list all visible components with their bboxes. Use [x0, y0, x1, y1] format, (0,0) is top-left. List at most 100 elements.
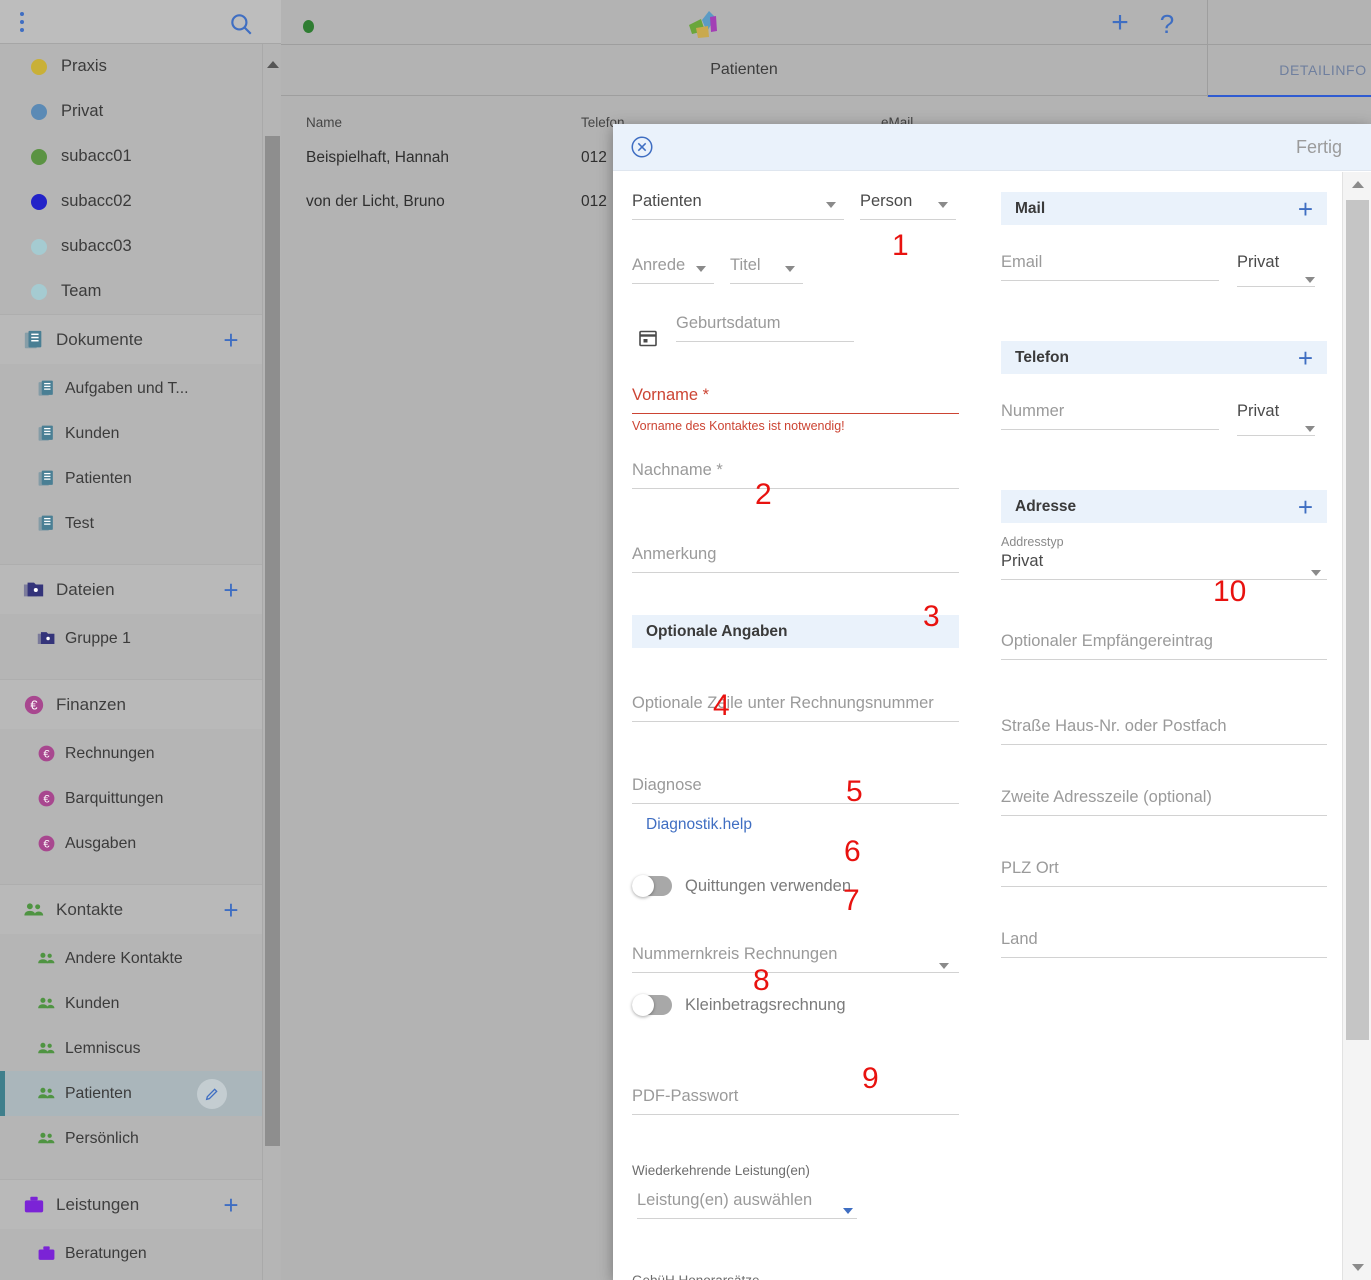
add-mail-button[interactable]: + — [1298, 196, 1313, 222]
document-icon — [37, 469, 56, 488]
app-window: Praxis Privat subacc01 subacc02 subacc03 Team… — [0, 0, 1371, 1280]
svg-text:€: € — [30, 697, 37, 712]
dialog-scrollbar[interactable] — [1342, 172, 1371, 1280]
menu-kebab-icon[interactable] — [17, 12, 27, 32]
done-button[interactable]: Fertig — [1296, 137, 1342, 158]
sidebar-item-pers-nlich[interactable]: Persönlich — [0, 1116, 262, 1161]
add-phone-button[interactable]: + — [1298, 345, 1313, 371]
sidebar-item-barquittungen[interactable]: € Barquittungen — [0, 776, 262, 821]
sidebar-item-label: Gruppe 1 — [65, 629, 131, 647]
zipcity-input[interactable]: PLZ Ort — [1001, 859, 1059, 877]
phone-input[interactable]: Nummer — [1001, 402, 1064, 420]
contact-edit-dialog: Fertig Patienten Person Anrede Titel Geb… — [613, 124, 1371, 1280]
add-address-button[interactable]: + — [1298, 494, 1313, 520]
nav-group-label: Kontakte — [56, 899, 124, 919]
account-item-subacc01[interactable]: subacc01 — [0, 134, 262, 179]
optional-section-label: Optionale Angaben — [646, 622, 788, 640]
briefcase-icon — [23, 1194, 45, 1216]
pdf-password-input[interactable]: PDF-Passwort — [632, 1087, 738, 1105]
mail-section-header: Mail + — [1001, 192, 1327, 225]
small-amount-toggle[interactable] — [632, 994, 672, 1016]
category-select[interactable]: Patienten — [632, 192, 844, 220]
email-input[interactable]: Email — [1001, 253, 1042, 271]
nav-group-header-leistungen[interactable]: Leistungen + — [0, 1180, 262, 1229]
sidebar-item-aufgaben-und-t[interactable]: Aufgaben und T... — [0, 366, 262, 411]
street-input[interactable]: Straße Haus-Nr. oder Postfach — [1001, 717, 1227, 735]
chevron-down-icon — [939, 963, 949, 969]
birthdate-input[interactable]: Geburtsdatum — [676, 314, 781, 332]
sidebar-item-lemniscus[interactable]: Lemniscus — [0, 1026, 262, 1071]
annotation-5: 5 — [846, 775, 863, 808]
add-dateien-button[interactable]: + — [214, 577, 248, 603]
sidebar-item-geb-h[interactable]: GebüH — [0, 1276, 262, 1280]
document-icon — [37, 424, 56, 443]
account-item-subacc02[interactable]: subacc02 — [0, 179, 262, 224]
account-item-team[interactable]: Team — [0, 269, 262, 314]
firstname-input[interactable]: Vorname * — [632, 386, 709, 404]
diagnostik-help-link[interactable]: Diagnostik.help — [646, 816, 752, 833]
help-button[interactable]: ? — [1155, 11, 1179, 37]
people-icon — [37, 949, 56, 968]
lastname-input[interactable]: Nachname * — [632, 461, 723, 479]
sidebar-item-gruppe-1[interactable]: Gruppe 1 — [0, 616, 262, 661]
address-type-select[interactable]: Privat — [1001, 552, 1043, 570]
scroll-up-arrow-icon[interactable] — [1352, 181, 1364, 188]
person-type-select[interactable]: Person — [860, 192, 956, 220]
diagnosis-input[interactable]: Diagnose — [632, 776, 702, 794]
sidebar-item-kunden[interactable]: Kunden — [0, 411, 262, 456]
sidebar-item-patienten[interactable]: Patienten — [0, 456, 262, 501]
nav-group-header-finanzen[interactable]: € Finanzen — [0, 680, 262, 729]
phone-section-label: Telefon — [1015, 348, 1069, 366]
add-button[interactable]: + — [1107, 8, 1133, 38]
add-leistungen-button[interactable]: + — [214, 1192, 248, 1218]
nav-group-dokumente: Dokumente + Aufgaben und T... Kunden Patient… — [0, 314, 262, 564]
nav-group-header-dokumente[interactable]: Dokumente + — [0, 315, 262, 364]
search-icon[interactable] — [228, 11, 254, 37]
sidebar-item-beratungen[interactable]: Beratungen — [0, 1231, 262, 1276]
table-column-header[interactable]: Name — [281, 115, 581, 130]
country-input[interactable]: Land — [1001, 930, 1038, 948]
sidebar-item-rechnungen[interactable]: € Rechnungen — [0, 731, 262, 776]
address-type-label: Addresstyp — [1001, 535, 1064, 549]
sidebar-item-patienten[interactable]: Patienten — [0, 1071, 262, 1116]
sidebar-item-andere-kontakte[interactable]: Andere Kontakte — [0, 936, 262, 981]
add-kontakte-button[interactable]: + — [214, 897, 248, 923]
scrollbar-thumb[interactable] — [1346, 200, 1369, 1040]
toolbar-divider — [1207, 0, 1208, 45]
note-input[interactable]: Anmerkung — [632, 545, 716, 563]
email-type-select[interactable]: Privat — [1237, 253, 1315, 287]
salutation-select[interactable]: Anrede — [632, 256, 714, 284]
scroll-down-arrow-icon[interactable] — [1352, 1264, 1364, 1271]
add-dokumente-button[interactable]: + — [214, 327, 248, 353]
address2-input[interactable]: Zweite Adresszeile (optional) — [1001, 788, 1212, 806]
sidebar-item-ausgaben[interactable]: € Ausgaben — [0, 821, 262, 866]
phone-type-select[interactable]: Privat — [1237, 402, 1315, 436]
nav-group-list: Dokumente + Aufgaben und T... Kunden Patient… — [0, 314, 262, 1280]
dialog-right-column: Mail + Email Privat Telefon + Nummer Pri… — [981, 172, 1342, 1280]
scroll-up-arrow-icon[interactable] — [267, 61, 279, 68]
edit-pencil-icon[interactable] — [197, 1078, 227, 1109]
main-toolbar: + ? — [281, 0, 1371, 45]
nav-group-header-kontakte[interactable]: Kontakte + — [0, 885, 262, 934]
close-icon[interactable] — [629, 134, 655, 160]
email-type-value: Privat — [1237, 253, 1280, 271]
tab-detailinfo[interactable]: DETAILINFO — [1208, 45, 1371, 97]
title-select[interactable]: Titel — [730, 256, 803, 284]
nav-group-header-dateien[interactable]: Dateien + — [0, 565, 262, 614]
scrollbar-thumb[interactable] — [265, 136, 280, 1146]
receipts-toggle[interactable] — [632, 875, 672, 897]
optional-invoice-line-input[interactable]: Optionale Zeile unter Rechnungsnummer — [632, 694, 934, 712]
calendar-icon[interactable] — [638, 328, 658, 348]
sidebar-scrollbar[interactable] — [262, 44, 281, 1280]
account-item-label: Praxis — [61, 57, 107, 75]
account-item-subacc03[interactable]: subacc03 — [0, 224, 262, 269]
sidebar-item-kunden[interactable]: Kunden — [0, 981, 262, 1026]
recurring-services-select[interactable]: Leistung(en) auswählen — [637, 1191, 812, 1209]
sidebar-item-test[interactable]: Test — [0, 501, 262, 546]
recipient-input[interactable]: Optionaler Empfängereintrag — [1001, 632, 1213, 650]
chevron-down-icon — [938, 202, 948, 208]
account-item-privat[interactable]: Privat — [0, 89, 262, 134]
number-range-select[interactable]: Nummernkreis Rechnungen — [632, 945, 837, 963]
account-item-praxis[interactable]: Praxis — [0, 44, 262, 89]
sidebar-item-label: Patienten — [65, 1084, 132, 1102]
